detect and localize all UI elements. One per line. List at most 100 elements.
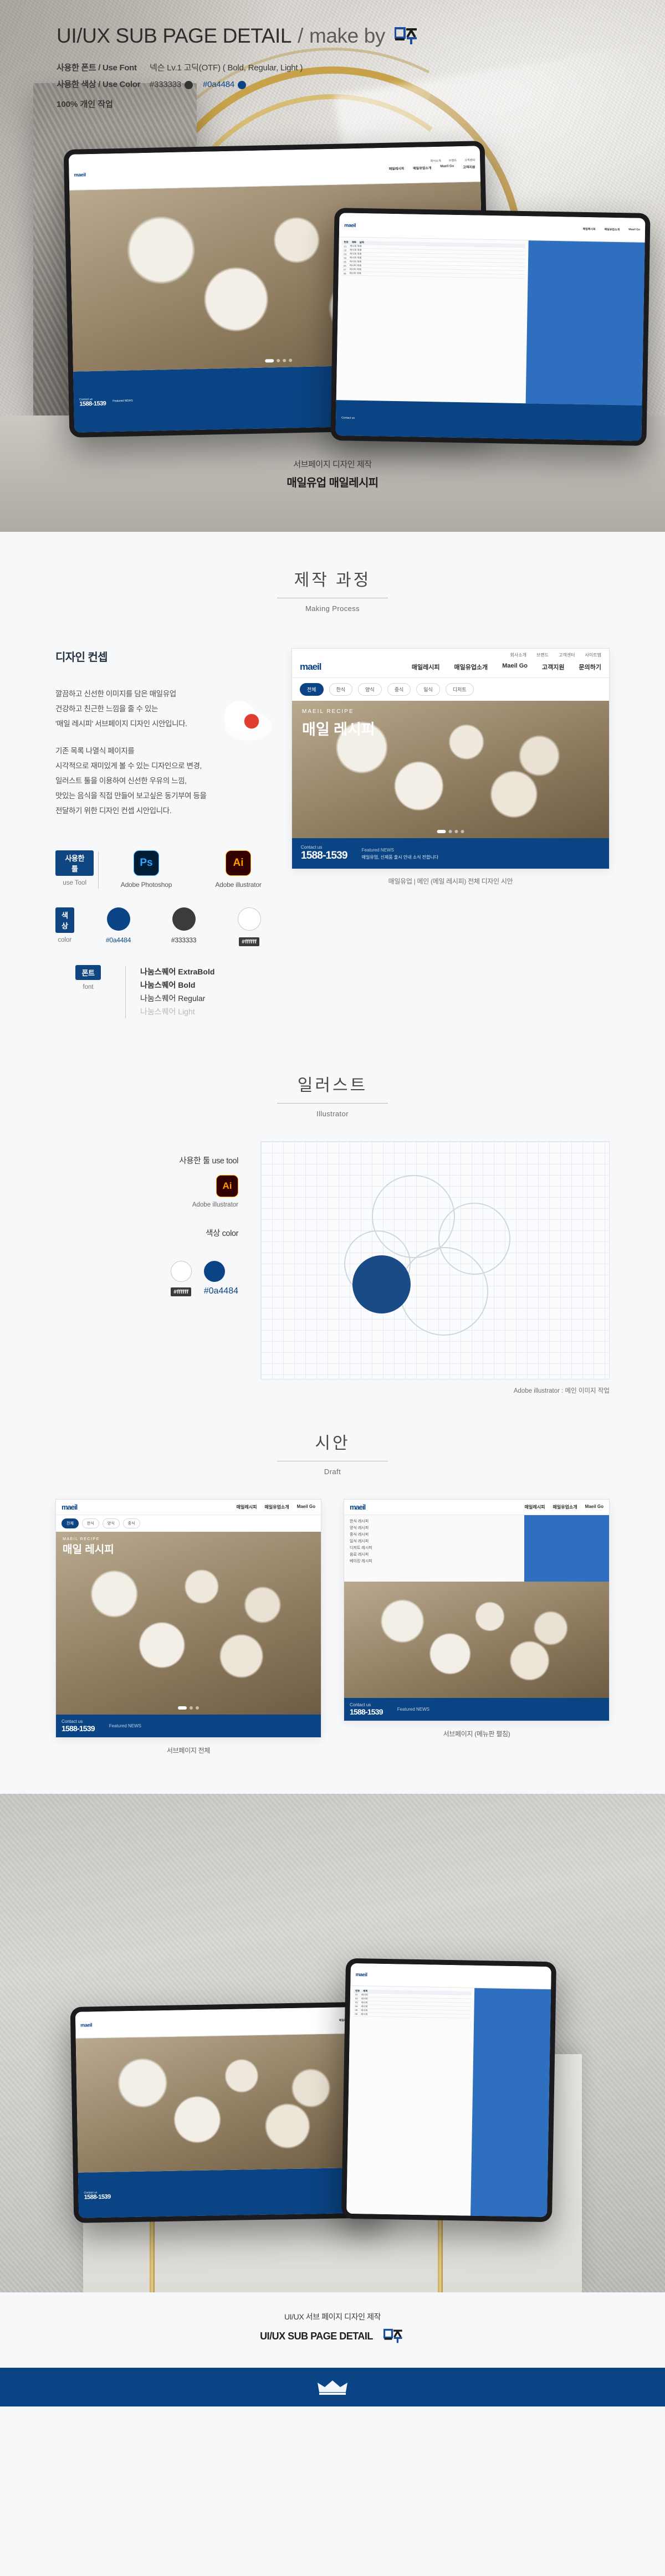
menu-item[interactable]: 매일유업소개 xyxy=(264,1504,289,1510)
wm-news-text[interactable]: 매일유업, 신제품 출시 안내 소식 전합니다 xyxy=(362,854,600,861)
util-link[interactable]: 브랜드 xyxy=(449,158,457,162)
illust-color-swatches: #ffffff #0a4484 xyxy=(55,1261,238,1296)
spec-divider xyxy=(98,851,99,889)
swatch-hex-blue: #0a4484 xyxy=(105,936,131,944)
list-item[interactable]: 디저트 레시피 xyxy=(350,1545,519,1552)
mock-b-panel xyxy=(525,240,645,406)
footer-mock-b: maeil 번호 제목 01 레시피 02 레시피 03 레시피 04 레시피 05 레시피… xyxy=(346,1963,551,2218)
concept-p2-l5: 전달하기 위한 디자인 컨셉 시안입니다. xyxy=(55,807,172,815)
list-item[interactable]: 양식 레시피 xyxy=(350,1525,519,1532)
draft1-dots[interactable] xyxy=(178,1706,199,1710)
footer-b-logo[interactable]: maeil xyxy=(356,1972,367,1977)
wm-tab[interactable]: 중식 xyxy=(387,683,411,696)
draft2-photo xyxy=(344,1582,609,1698)
photoshop-icon: Ps xyxy=(134,850,159,876)
menu-item[interactable]: 매일유업소개 xyxy=(553,1504,577,1510)
color-swatch-blue xyxy=(238,80,246,89)
mock-a-news: Featured NEWS xyxy=(112,399,133,403)
draft2-logo[interactable]: maeil xyxy=(350,1503,366,1511)
list-item[interactable]: 음료 레시피 xyxy=(350,1552,519,1558)
wm-menu-item[interactable]: 문의하기 xyxy=(579,663,601,671)
wm-menu-item[interactable]: 매일레시피 xyxy=(412,663,440,671)
menu-item[interactable]: 매일레시피 xyxy=(389,166,405,171)
swatch-dark: #333333 xyxy=(158,907,209,944)
making-process-section: 제작 과정 Making Process 디자인 컨셉 깔끔하고 신선한 이미지… xyxy=(0,532,665,1037)
swatch-hex-white: #ffffff xyxy=(239,937,259,946)
list-item[interactable]: 베이킹 레시피 xyxy=(350,1558,519,1565)
wm-footer: Contact us 1588-1539 Featured NEWS 매일유업,… xyxy=(292,838,609,869)
wm-tab[interactable]: 양식 xyxy=(358,683,382,696)
illustrator-icon: Ai xyxy=(226,850,251,876)
list-item[interactable]: 중식 레시피 xyxy=(350,1532,519,1538)
wm-carousel-dots[interactable] xyxy=(437,830,464,833)
mock-b-logo[interactable]: maeil xyxy=(344,222,356,228)
footer-a-logo[interactable]: maeil xyxy=(80,2022,92,2028)
illustrator-name: Adobe illustrator xyxy=(215,881,262,889)
illust-swatch-blue: #0a4484 xyxy=(203,1261,238,1296)
mock-a-logo[interactable]: maeil xyxy=(74,172,85,177)
device-tablet-portrait: maeil 매일레시피 매일유업소개 Maeil Go 번호 제목 날짜 01 레시피… xyxy=(330,208,651,446)
tab[interactable]: 전체 xyxy=(62,1518,79,1528)
wm-tab[interactable]: 한식 xyxy=(329,683,353,696)
wm-menu-item[interactable]: 매일유업소개 xyxy=(454,663,488,671)
wm-menu: 매일레시피 매일유업소개 Maeil Go 고객지원 문의하기 xyxy=(412,663,601,671)
font-bold: 나눔스퀘어 Bold xyxy=(140,981,196,989)
footer-caption-line1: UI/UX 서브 페이지 디자인 제작 xyxy=(284,2312,381,2321)
concept-left-column: 디자인 컨셉 깔끔하고 신선한 이미지를 담은 매일유업 건강하고 친근한 느낌… xyxy=(55,648,278,1037)
draft1-footer: Contact us 1588-1539 Featured NEWS xyxy=(56,1715,321,1737)
draft2-mock: maeil 매일레시피 매일유업소개 Maeil Go 한식 레시피 양식 레시… xyxy=(344,1500,609,1721)
font-value: 넥슨 Lv.1 고딕(OTF) ( Bold, Regular, Light ) xyxy=(150,63,303,73)
footer-a-photo xyxy=(75,2033,378,2173)
menu-item[interactable]: Maeil Go xyxy=(628,228,640,232)
wm-tab[interactable]: 디저트 xyxy=(445,683,474,696)
illust-color-label: 색상 color xyxy=(206,1229,238,1238)
mock-b-menu: 매일레시피 매일유업소개 Maeil Go xyxy=(583,227,641,232)
illust-hex-white: #ffffff xyxy=(171,1287,192,1296)
list-item[interactable]: 한식 레시피 xyxy=(350,1518,519,1525)
making-process-title-ko: 제작 과정 xyxy=(294,571,371,589)
wm-util-item[interactable]: 고객센터 xyxy=(559,652,575,658)
wm-util-item[interactable]: 회사소개 xyxy=(510,652,526,658)
wm-util-item[interactable]: 브랜드 xyxy=(536,652,549,658)
menu-item[interactable]: 매일레시피 xyxy=(237,1504,257,1510)
menu-item[interactable]: Maeil Go xyxy=(440,165,454,170)
menu-item[interactable]: Maeil Go xyxy=(297,1504,315,1510)
wm-hero-stage: MAEIL RECIPE 매일 레시피 xyxy=(292,701,609,838)
menu-item[interactable]: 매일유업소개 xyxy=(413,165,431,171)
wm-menu-item[interactable]: 고객지원 xyxy=(542,663,564,671)
wm-logo[interactable]: maeil xyxy=(300,661,321,673)
wm-util-item[interactable]: 사이트맵 xyxy=(585,652,601,658)
menu-item[interactable]: 매일유업소개 xyxy=(605,228,620,232)
wm-tab-all[interactable]: 전체 xyxy=(300,683,324,696)
wm-tel: 1588-1539 xyxy=(301,850,347,861)
draft1-logo[interactable]: maeil xyxy=(62,1503,78,1511)
tab[interactable]: 한식 xyxy=(81,1518,99,1528)
list-item[interactable]: 일식 레시피 xyxy=(350,1538,519,1545)
swatch-dot-blue xyxy=(106,907,130,931)
menu-item[interactable]: 매일레시피 xyxy=(525,1504,545,1510)
spec-list: 사용한 툴 use Tool Ps Adobe Photoshop Ai Ado… xyxy=(55,850,272,1018)
menu-item[interactable]: Maeil Go xyxy=(585,1504,603,1510)
illust-dot-white xyxy=(170,1261,192,1282)
menu-item[interactable]: 매일레시피 xyxy=(583,227,596,231)
wm-news-label: Featured NEWS xyxy=(361,847,394,853)
wm-menu-item[interactable]: Maeil Go xyxy=(502,663,528,671)
swatch-dot-white xyxy=(237,907,261,931)
wm-tab[interactable]: 일식 xyxy=(416,683,440,696)
draft1-photo xyxy=(56,1532,321,1715)
mock-b-contact: Contact us xyxy=(341,416,355,420)
menu-item[interactable]: 고객지원 xyxy=(463,164,475,169)
concept-p2-l2: 시각적으로 재미있게 볼 수 있는 디자인으로 변경, xyxy=(55,762,202,770)
illust-swatch-white: #ffffff xyxy=(170,1261,192,1296)
spec-en-font: font xyxy=(83,984,94,991)
draft2-menupanel: 한식 레시피 양식 레시피 중식 레시피 일식 레시피 디저트 레시피 음료 레… xyxy=(344,1515,609,1582)
tab[interactable]: 중식 xyxy=(122,1518,140,1528)
illust-tool-name: Adobe illustrator xyxy=(192,1202,238,1208)
util-link[interactable]: 회사소개 xyxy=(431,159,441,163)
tab[interactable]: 양식 xyxy=(102,1518,120,1528)
carousel-dots[interactable] xyxy=(265,358,293,363)
page-title-makeby: make by xyxy=(309,24,385,47)
photoshop-name: Adobe Photoshop xyxy=(120,881,172,889)
page-title-main: UI/UX SUB PAGE DETAIL xyxy=(57,24,292,47)
util-link[interactable]: 고객센터 xyxy=(464,158,475,162)
